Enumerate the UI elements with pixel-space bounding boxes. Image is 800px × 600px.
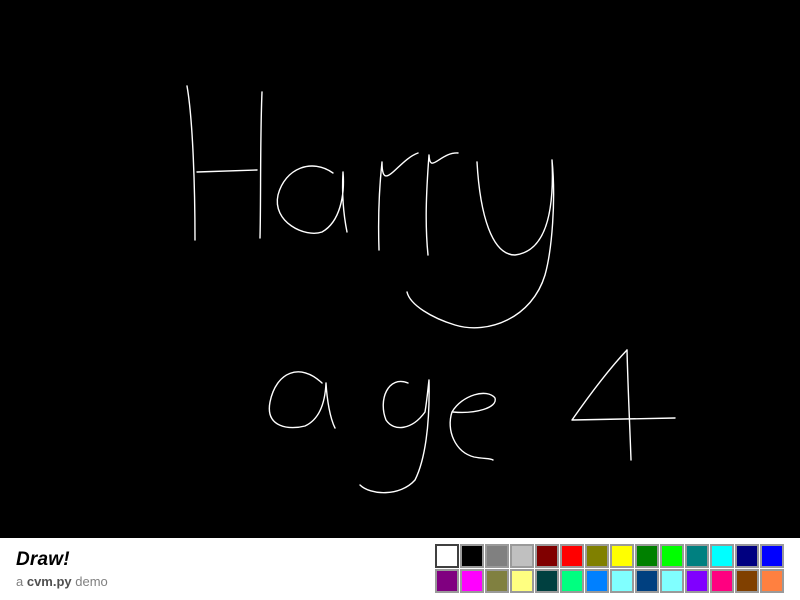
stroke-a2 [268,371,336,429]
color-swatch[interactable] [610,544,634,568]
color-swatch[interactable] [560,569,584,593]
stroke-h-left [186,85,196,241]
color-swatch[interactable] [735,544,759,568]
color-swatch[interactable] [535,544,559,568]
color-swatch[interactable] [660,569,684,593]
color-swatch[interactable] [585,569,609,593]
color-swatch[interactable] [635,569,659,593]
subtitle-brand: cvm.py [26,574,72,589]
stroke-g [359,379,430,494]
color-swatch[interactable] [610,569,634,593]
color-swatch[interactable] [460,569,484,593]
stroke-4b [626,349,632,461]
color-palette [435,544,784,594]
color-swatch[interactable] [535,569,559,593]
color-swatch[interactable] [485,569,509,593]
color-swatch[interactable] [760,544,784,568]
draw-app: Draw! a cvm.py demo [0,0,800,600]
stroke-h-right [259,91,263,239]
color-swatch[interactable] [710,569,734,593]
stroke-y [406,159,555,329]
app-title: Draw! [16,549,70,570]
color-swatch[interactable] [510,569,534,593]
drawing-svg[interactable] [0,0,800,538]
stroke-r1 [377,152,419,251]
stroke-4a [571,349,676,421]
color-swatch[interactable] [735,569,759,593]
color-swatch[interactable] [435,544,459,568]
subtitle-suffix: demo [71,574,108,589]
color-swatch[interactable] [510,544,534,568]
color-swatch[interactable] [760,569,784,593]
drawing-canvas[interactable] [0,0,800,538]
color-swatch[interactable] [560,544,584,568]
app-subtitle: a cvm.py demo [16,574,108,589]
subtitle-prefix: a [16,574,27,589]
color-swatch[interactable] [660,544,684,568]
color-swatch[interactable] [435,569,459,593]
color-swatch[interactable] [685,569,709,593]
color-swatch[interactable] [585,544,609,568]
color-swatch[interactable] [685,544,709,568]
stroke-a1 [276,165,348,234]
color-swatch[interactable] [485,544,509,568]
color-swatch[interactable] [635,544,659,568]
color-swatch[interactable] [460,544,484,568]
stroke-r2 [425,152,459,256]
stroke-h-bar [196,169,258,173]
color-swatch[interactable] [710,544,734,568]
handwriting-strokes [186,85,676,494]
stroke-e [449,392,496,461]
